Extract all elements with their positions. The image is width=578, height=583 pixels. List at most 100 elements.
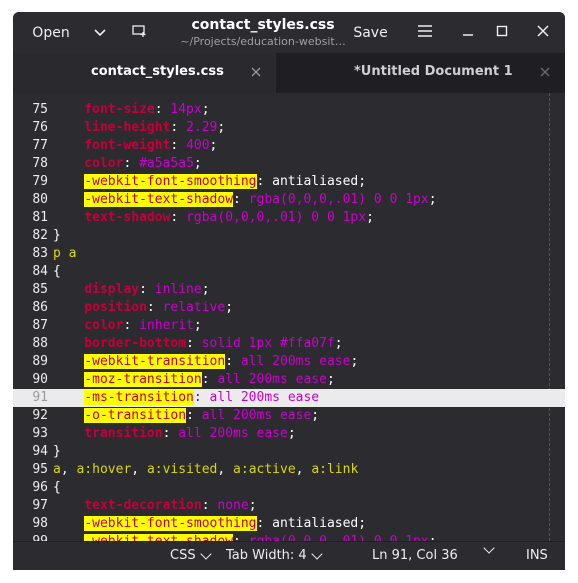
code-token: , (60, 462, 77, 477)
tab-label: *Untitled Document 1 (354, 64, 513, 79)
tab-contact-styles[interactable]: contact_styles.css (13, 53, 275, 93)
code-token: rgba(0,0,0,.01) 0 0 1px (186, 210, 367, 225)
code-token: line-height (53, 120, 171, 135)
code-line[interactable]: 82} (13, 227, 565, 245)
code-token: -webkit-transition (84, 354, 226, 369)
insert-mode-indicator[interactable]: INS (526, 548, 548, 563)
line-number: 76 (32, 120, 48, 135)
code-token: } (53, 444, 61, 459)
save-button[interactable]: Save (348, 12, 393, 53)
line-code: } (53, 227, 61, 245)
code-token: : antialiased; (256, 174, 367, 189)
code-token: text-shadow (53, 210, 171, 225)
code-line[interactable]: 75 font-size: 14px; (13, 101, 565, 119)
new-tab-button[interactable] (125, 12, 155, 53)
header-bar: Open contact_styles.css ~/Projects/educa… (13, 12, 565, 53)
menu-button[interactable] (410, 12, 440, 53)
code-editor[interactable]: 75 font-size: 14px; 76 line-height: 2.29;… (13, 93, 565, 541)
close-window-button[interactable] (528, 12, 558, 53)
line-code: border-bottom: solid 1px #ffa07f; (53, 335, 342, 353)
code-line[interactable]: 95 a, a:hover, a:visited, a:active, a:lin… (13, 461, 565, 479)
code-token: ; (428, 192, 437, 207)
minimize-button[interactable] (453, 12, 483, 53)
code-token: 14px (170, 102, 202, 117)
code-token: ; (366, 210, 374, 225)
maximize-button[interactable] (487, 12, 517, 53)
code-token: ; (350, 354, 359, 369)
code-line[interactable]: 87 color: inherit; (13, 317, 565, 335)
code-token: : (170, 210, 187, 225)
line-number: 77 (32, 138, 48, 153)
code-line[interactable]: 89 -webkit-transition: all 200ms ease; (13, 353, 565, 371)
code-line[interactable]: 81 text-shadow: rgba(0,0,0,.01) 0 0 1px; (13, 209, 565, 227)
code-token: rgba(0,0,0,.01) 0 0 1px (248, 192, 429, 207)
code-token: ; (217, 120, 226, 135)
line-number: 83 (32, 246, 48, 261)
code-line[interactable]: 98 -webkit-font-smoothing: antialiased; (13, 515, 565, 533)
line-number: 85 (32, 282, 48, 297)
code-line[interactable]: 86 position: relative; (13, 299, 565, 317)
tab-close-button[interactable] (540, 63, 550, 81)
code-token: : (146, 300, 163, 315)
code-token: transition (53, 426, 163, 441)
code-token: : (186, 336, 202, 351)
new-tab-icon (132, 24, 148, 42)
language-selector[interactable]: CSS (170, 547, 212, 563)
chevron-down-icon (311, 547, 323, 560)
title-area: contact_styles.css ~/Projects/education-… (153, 17, 373, 48)
line-number: 78 (32, 156, 48, 171)
code-line[interactable]: 80 -webkit-text-shadow: rgba(0,0,0,.01) … (13, 191, 565, 209)
code-line[interactable]: 91 -ms-transition: all 200ms ease (13, 389, 565, 407)
cursor-position[interactable]: Ln 91, Col 36 (372, 548, 458, 563)
line-code: -ms-transition: all 200ms ease (53, 389, 319, 407)
line-number: 79 (32, 174, 48, 189)
code-line[interactable]: 99 -webkit-text-shadow: rgba(0,0,0,.01) … (13, 533, 565, 541)
code-line[interactable]: 94} (13, 443, 565, 461)
code-line[interactable]: 85 display: inline; (13, 281, 565, 299)
line-number: 75 (32, 102, 48, 117)
code-line[interactable]: 90 -moz-transition: all 200ms ease; (13, 371, 565, 389)
code-line[interactable]: 84 { (13, 263, 565, 281)
code-token: ; (201, 102, 210, 117)
code-token: : (233, 534, 249, 541)
line-number: 93 (32, 426, 48, 441)
code-line[interactable]: 96 { (13, 479, 565, 497)
code-token: display (53, 282, 140, 297)
open-button[interactable]: Open (21, 12, 81, 53)
line-code: font-weight: 400; (53, 137, 217, 155)
code-token: border-bottom (53, 336, 187, 351)
code-token: font-size (53, 102, 155, 117)
code-line[interactable]: 93 transition: all 200ms ease; (13, 425, 565, 443)
code-line[interactable]: 83 p a (13, 245, 565, 263)
tab-untitled-document[interactable]: *Untitled Document 1 (276, 53, 565, 93)
line-number: 99 (13, 533, 48, 541)
line-code: font-size: 14px; (53, 101, 210, 119)
goto-menu-button[interactable] (483, 542, 495, 554)
code-line[interactable]: 88 border-bottom: solid 1px #ffa07f; (13, 335, 565, 353)
code-line[interactable]: 77 font-weight: 400; (13, 137, 565, 155)
editor-window: Open contact_styles.css ~/Projects/educa… (13, 12, 565, 570)
line-number: 95 (32, 462, 48, 477)
code-line[interactable]: 92 -o-transition: all 200ms ease; (13, 407, 565, 425)
code-token: : (170, 120, 187, 135)
tab-width-selector[interactable]: Tab Width: 4 (226, 547, 323, 563)
open-menu-button[interactable] (85, 12, 115, 53)
line-number: 92 (32, 408, 48, 423)
line-number: 88 (32, 336, 48, 351)
line-number: 84 (32, 264, 48, 279)
code-line[interactable]: 78 color: #a5a5a5; (13, 155, 565, 173)
code-line[interactable]: 97 text-decoration: none; (13, 497, 565, 515)
code-token: { (53, 480, 61, 495)
insert-mode-label: INS (526, 548, 548, 563)
code-line[interactable]: 79 -webkit-font-smoothing: antialiased; (13, 173, 565, 191)
tab-close-button[interactable] (251, 63, 261, 81)
open-button-label: Open (32, 24, 70, 41)
code-line[interactable]: 76 line-height: 2.29; (13, 119, 565, 137)
line-code: line-height: 2.29; (53, 119, 225, 137)
code-token: : (193, 390, 210, 405)
